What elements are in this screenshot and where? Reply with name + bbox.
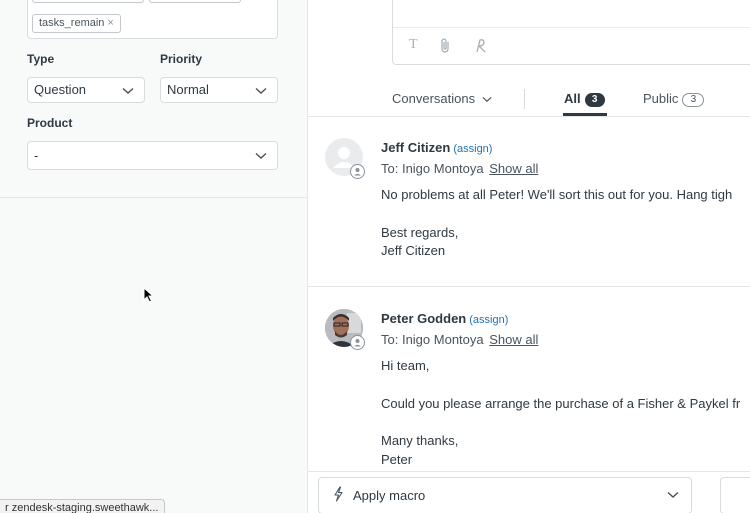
chevron-down-icon: [667, 491, 679, 498]
message-line: Peter: [381, 452, 413, 467]
tabs-divider: [308, 116, 750, 117]
recipients-text: To: Inigo Montoya: [381, 161, 484, 176]
composer-toolbar-divider: [393, 27, 750, 28]
tag-chip: tasks_remain ×: [32, 14, 121, 33]
recipients-text: To: Inigo Montoya: [381, 332, 484, 347]
message-recipients: To: Inigo Montoya Show all: [381, 332, 538, 347]
chevron-down-icon: [122, 87, 134, 94]
apply-macro-label: Apply macro: [353, 488, 426, 503]
product-select-value: -: [34, 148, 39, 163]
priority-label: Priority: [160, 52, 203, 66]
author-name: Peter Godden: [381, 311, 467, 326]
tab-public-label: Public: [643, 91, 679, 106]
type-select-value: Question: [34, 82, 87, 97]
chevron-down-icon: [482, 96, 492, 102]
message-author[interactable]: Jeff Citizen (assign): [381, 140, 492, 155]
lightning-bolt-icon: [334, 486, 343, 502]
tab-separator: [524, 89, 525, 109]
message-recipients: To: Inigo Montoya Show all: [381, 161, 538, 176]
message-author[interactable]: Peter Godden (assign): [381, 311, 508, 326]
tab-public[interactable]: Public 3: [643, 91, 705, 107]
product-label: Product: [27, 116, 73, 130]
type-select[interactable]: Question: [27, 77, 145, 103]
tab-all-count: 3: [584, 93, 605, 107]
message-line: Jeff Citizen: [381, 243, 446, 258]
reply-composer[interactable]: T: [392, 0, 750, 65]
message-line: Hi team,: [381, 358, 430, 373]
priority-select-value: Normal: [167, 82, 209, 97]
priority-select[interactable]: Normal: [160, 77, 278, 103]
agent-badge-icon: [350, 164, 365, 179]
panel-divider: [0, 197, 308, 198]
product-select[interactable]: -: [27, 141, 278, 170]
chevron-down-icon: [255, 87, 267, 94]
tab-all[interactable]: All 3: [564, 91, 605, 107]
signature-icon[interactable]: [473, 38, 489, 54]
tag-label: tasks_remain: [39, 17, 105, 29]
author-name: Jeff Citizen: [381, 140, 451, 155]
tag-remove-icon[interactable]: ×: [107, 17, 113, 29]
message-line: No problems at all Peter! We'll sort thi…: [381, 187, 733, 202]
message-line: Best regards,: [381, 225, 459, 240]
message-line: Could you please arrange the purchase of…: [381, 396, 741, 411]
text-format-icon[interactable]: T: [409, 37, 418, 53]
ticket-properties-panel: subtickets_remain× tasks_present× tasks_…: [0, 0, 308, 513]
chevron-down-icon: [255, 152, 267, 159]
tags-input[interactable]: subtickets_remain× tasks_present× tasks_…: [27, 0, 278, 39]
attachment-icon[interactable]: [439, 38, 451, 54]
show-all-link[interactable]: Show all: [489, 161, 538, 176]
assign-link[interactable]: (assign): [453, 143, 492, 155]
tag-chip: subtickets_remain×: [32, 0, 145, 3]
status-bar-url: r zendesk-staging.sweethawk...: [0, 499, 166, 513]
assign-link[interactable]: (assign): [469, 314, 508, 326]
show-all-link[interactable]: Show all: [489, 332, 538, 347]
tab-public-count: 3: [682, 93, 705, 107]
tab-conversations-label: Conversations: [392, 91, 476, 106]
message-line: Many thanks,: [381, 433, 459, 448]
tab-conversations[interactable]: Conversations: [392, 91, 492, 106]
mouse-cursor-icon: [143, 287, 155, 303]
submit-button[interactable]: [720, 477, 750, 513]
message-divider: [308, 286, 750, 287]
tag-chip: tasks_present×: [149, 0, 241, 3]
tab-all-label: All: [564, 91, 581, 106]
agent-badge-icon: [350, 335, 365, 350]
type-label: Type: [27, 52, 55, 66]
